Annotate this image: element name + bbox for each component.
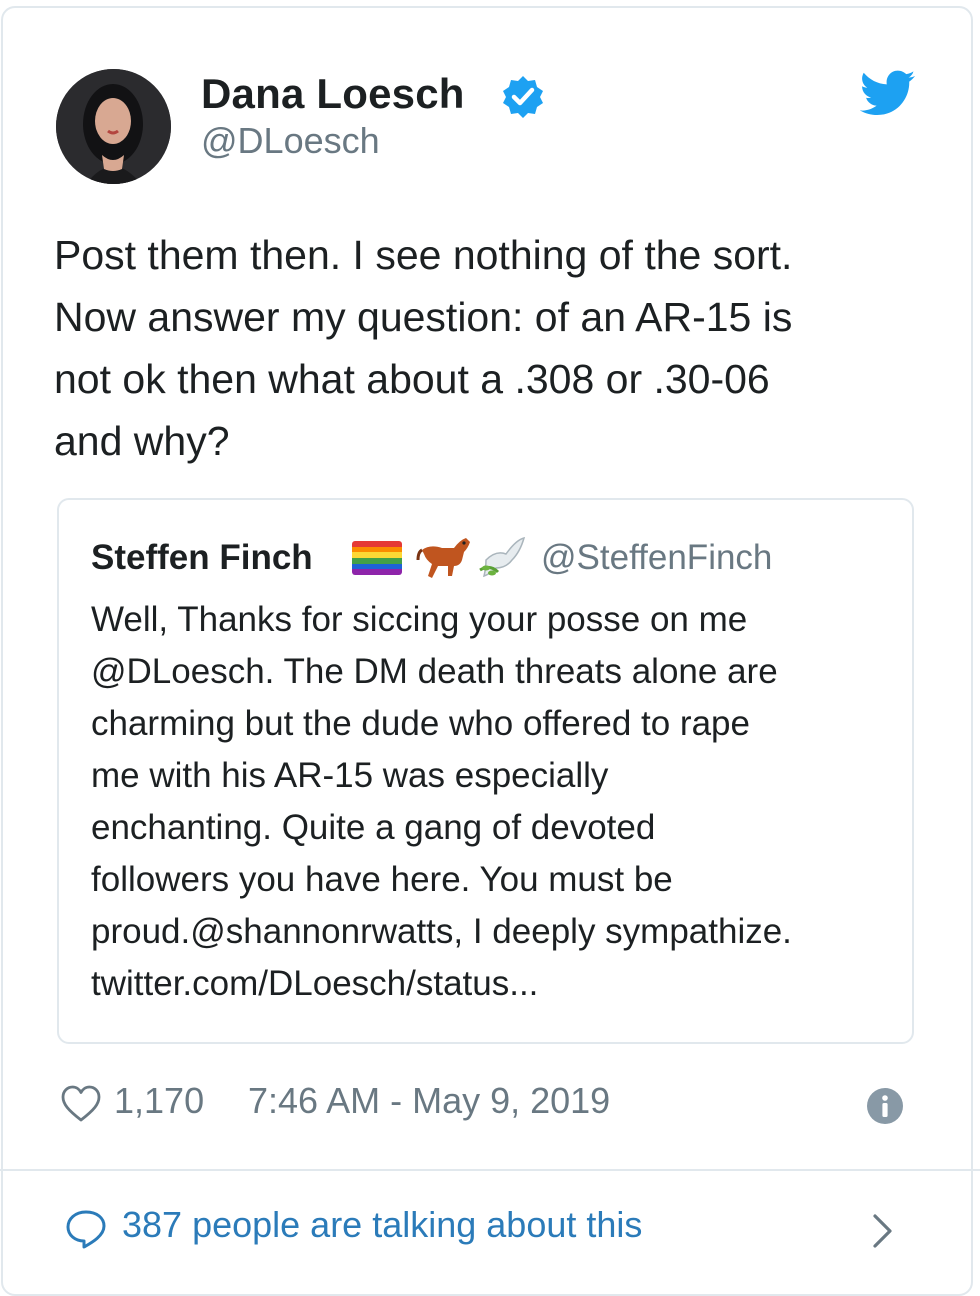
quoted-tweet[interactable]: Steffen Finch @SteffenFinch Well, Thanks… — [57, 498, 914, 1044]
conversation-link[interactable]: 387 people are talking about this — [64, 1196, 924, 1266]
quoted-author-name: Steffen Finch — [91, 538, 313, 577]
like-count[interactable]: 1,170 — [114, 1080, 204, 1122]
tweet-text: Post them then. I see nothing of the sor… — [54, 232, 793, 464]
rainbow-flag-icon — [352, 541, 402, 575]
quoted-author-handle: @SteffenFinch — [541, 538, 773, 577]
info-icon[interactable] — [866, 1087, 904, 1125]
twitter-bird-icon[interactable] — [860, 70, 916, 118]
chevron-right-icon[interactable] — [870, 1212, 896, 1250]
author-handle[interactable]: @DLoesch — [201, 120, 380, 162]
reply-bubble-icon — [66, 1210, 106, 1249]
author-name[interactable]: Dana Loesch — [201, 70, 465, 118]
divider — [0, 1169, 980, 1171]
quoted-tweet-text: Well, Thanks for siccing your posse on m… — [91, 600, 792, 1003]
heart-icon[interactable] — [60, 1084, 102, 1124]
avatar[interactable] — [56, 69, 171, 184]
tweet-timestamp[interactable]: 7:46 AM - May 9, 2019 — [248, 1080, 610, 1122]
dove-icon — [479, 536, 526, 578]
horse-icon — [416, 538, 470, 578]
conversation-label[interactable]: 387 people are talking about this — [122, 1204, 642, 1246]
verified-badge-icon — [503, 76, 543, 118]
